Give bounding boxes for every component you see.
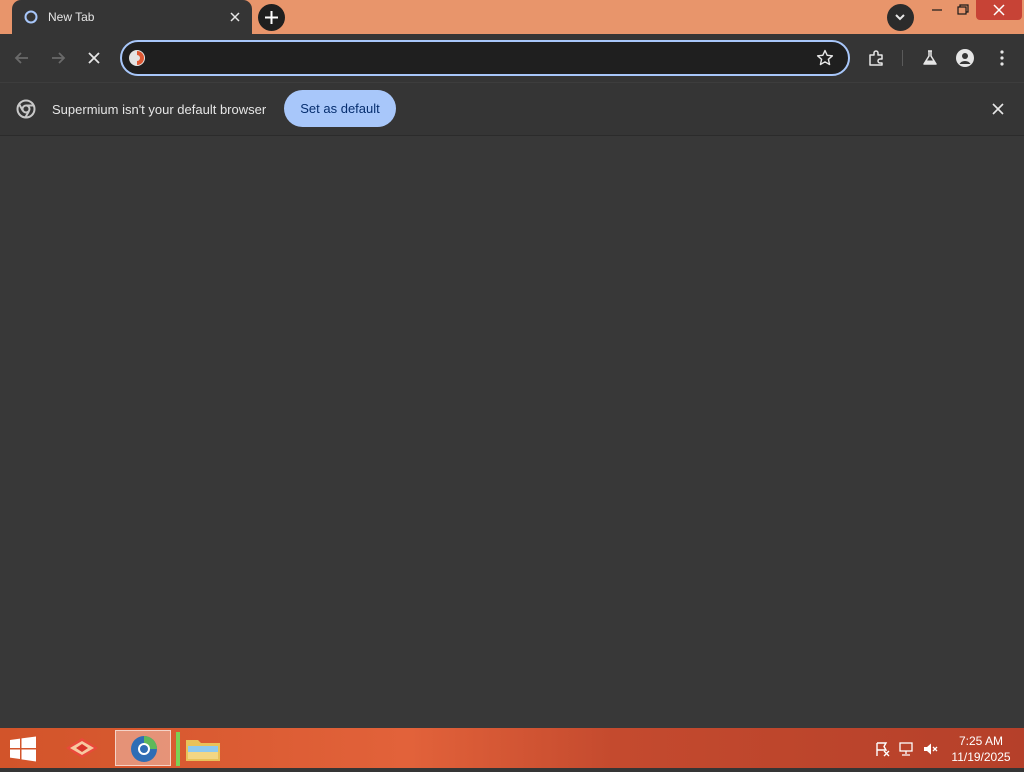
set-as-default-button[interactable]: Set as default bbox=[284, 90, 396, 127]
extensions-button[interactable] bbox=[866, 48, 886, 68]
new-tab-button[interactable] bbox=[258, 4, 285, 31]
arrow-right-icon bbox=[52, 52, 66, 64]
toolbar-divider bbox=[902, 50, 903, 66]
window-close-button[interactable] bbox=[976, 0, 1022, 20]
restore-icon bbox=[957, 4, 969, 15]
labs-button[interactable] bbox=[920, 48, 940, 68]
address-bar[interactable] bbox=[120, 40, 850, 76]
puzzle-icon bbox=[869, 50, 883, 66]
volume-muted-icon[interactable] bbox=[922, 741, 938, 757]
taskbar-supermium[interactable] bbox=[115, 730, 171, 766]
menu-button[interactable] bbox=[992, 48, 1012, 68]
arrow-left-icon bbox=[14, 52, 28, 64]
plus-icon bbox=[265, 11, 278, 24]
taskbar-app-1[interactable] bbox=[54, 730, 110, 766]
address-input[interactable] bbox=[152, 45, 792, 71]
chevron-down-icon bbox=[895, 14, 905, 21]
toolbar bbox=[0, 34, 1024, 82]
minimize-button[interactable] bbox=[924, 0, 950, 20]
app-box-icon bbox=[66, 738, 98, 758]
taskbar-file-explorer[interactable] bbox=[176, 730, 232, 766]
browser-logo-icon bbox=[24, 10, 38, 24]
tab-new-tab[interactable]: New Tab bbox=[12, 0, 252, 34]
back-button[interactable] bbox=[12, 48, 32, 68]
browser-logo-icon bbox=[16, 99, 36, 119]
close-icon[interactable] bbox=[990, 101, 1006, 117]
network-icon[interactable] bbox=[898, 741, 914, 757]
minimize-icon bbox=[932, 9, 942, 11]
windows-logo-icon bbox=[10, 736, 36, 762]
page-content[interactable] bbox=[0, 136, 1024, 728]
stop-button[interactable] bbox=[84, 48, 104, 68]
page-info-icon[interactable] bbox=[128, 49, 146, 67]
close-icon[interactable] bbox=[228, 10, 242, 24]
folder-icon bbox=[176, 732, 220, 766]
profile-button[interactable] bbox=[955, 48, 975, 68]
supermium-icon bbox=[131, 736, 157, 762]
stop-x-icon bbox=[88, 52, 100, 64]
tab-search-button[interactable] bbox=[887, 4, 914, 31]
restore-button[interactable] bbox=[950, 0, 976, 20]
taskbar: 7:25 AM 11/19/2025 bbox=[0, 728, 1024, 768]
tab-title: New Tab bbox=[48, 10, 95, 24]
action-center-flag-icon[interactable] bbox=[874, 741, 890, 757]
system-clock[interactable]: 7:25 AM 11/19/2025 bbox=[944, 733, 1018, 765]
clock-date: 11/19/2025 bbox=[951, 750, 1011, 764]
tab-strip: New Tab bbox=[0, 0, 1024, 34]
default-browser-infobar: Supermium isn't your default browser Set… bbox=[0, 82, 1024, 136]
bookmark-star-icon[interactable] bbox=[816, 49, 834, 67]
start-button[interactable] bbox=[8, 736, 38, 762]
more-vert-icon bbox=[1000, 50, 1004, 66]
infobar-message: Supermium isn't your default browser bbox=[52, 102, 267, 117]
forward-button[interactable] bbox=[48, 48, 68, 68]
close-icon bbox=[993, 4, 1005, 16]
flask-icon bbox=[923, 50, 937, 65]
avatar-icon bbox=[956, 49, 974, 67]
clock-time: 7:25 AM bbox=[958, 734, 1004, 748]
